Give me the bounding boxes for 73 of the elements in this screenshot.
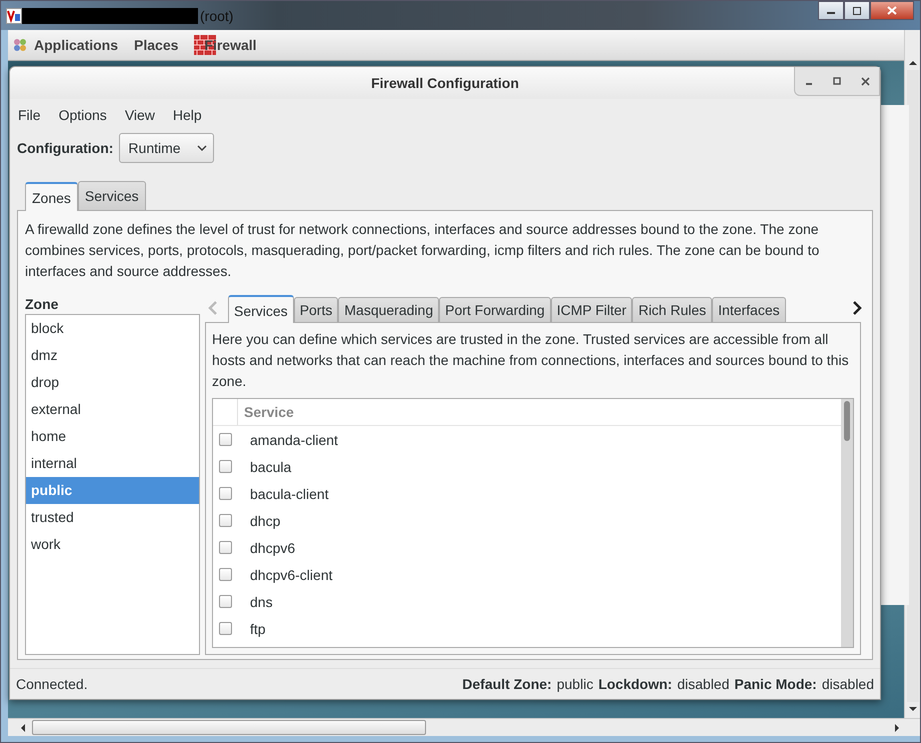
- window-title: (root): [200, 8, 234, 24]
- checkbox[interactable]: [219, 568, 232, 581]
- tab[interactable]: ICMP Filter: [550, 297, 632, 322]
- close-icon: [887, 6, 897, 15]
- firewall-launcher[interactable]: Firewall: [204, 37, 257, 53]
- table-cell: dhcp: [250, 512, 280, 528]
- checkbox[interactable]: [219, 595, 232, 608]
- checkbox[interactable]: [219, 622, 232, 635]
- zone-item[interactable]: dmz: [26, 342, 199, 369]
- zone-heading: Zone: [25, 295, 60, 314]
- zone-item[interactable]: block: [26, 315, 199, 342]
- minimize-button[interactable]: [818, 1, 844, 20]
- column-header[interactable]: Service: [238, 404, 294, 420]
- checkbox[interactable]: [219, 460, 232, 473]
- menu-item[interactable]: Options: [58, 107, 107, 123]
- status-message: Connected.: [16, 676, 88, 692]
- maximize-button[interactable]: [844, 1, 870, 20]
- zone-description: A firewalld zone defines the level of trust for network connections, interfaces and source addresses bound to the zone. The zone combines services, ports, protocols, masquerading, port/packet forwarding, icmp filters and rich rules. The zone can be bound to interfaces and source addresses.: [25, 220, 820, 281]
- tab[interactable]: Zones: [25, 182, 78, 211]
- zone-item[interactable]: internal: [26, 450, 199, 477]
- tab[interactable]: Services: [228, 295, 294, 323]
- places-menu[interactable]: Places: [134, 37, 178, 53]
- table-cell: bacula: [250, 458, 292, 474]
- zone-item[interactable]: drop: [26, 369, 199, 396]
- window-title: Firewall Configuration: [371, 75, 519, 91]
- close-button[interactable]: [870, 1, 914, 20]
- configuration-dropdown[interactable]: Runtime: [119, 133, 214, 163]
- scrollbar-thumb[interactable]: [32, 720, 426, 735]
- status-value: disabled: [677, 676, 730, 692]
- scroll-right-icon[interactable]: [894, 724, 900, 732]
- table-cell: dhcpv6-client: [250, 566, 332, 582]
- table-cell: dns: [250, 594, 273, 610]
- scroll-up-icon[interactable]: [908, 60, 916, 66]
- menu-item[interactable]: File: [18, 107, 41, 123]
- tab[interactable]: Masquerading: [338, 297, 440, 322]
- applications-icon: [12, 37, 28, 53]
- checkbox[interactable]: [219, 433, 232, 446]
- zone-item[interactable]: home: [26, 423, 199, 450]
- tab[interactable]: Services: [78, 181, 146, 210]
- table-cell: dhcpv6: [250, 540, 296, 556]
- table-cell: amanda-client: [250, 432, 338, 448]
- tab[interactable]: Port Forwarding: [439, 297, 551, 322]
- status-value: public: [556, 676, 594, 692]
- menu-item[interactable]: Help: [172, 107, 202, 123]
- applications-menu[interactable]: Applications: [34, 37, 118, 53]
- scroll-down-icon[interactable]: [908, 706, 916, 712]
- status-value: disabled: [822, 676, 874, 692]
- checkbox[interactable]: [219, 487, 232, 500]
- zone-item[interactable]: trusted: [26, 504, 199, 531]
- checkbox[interactable]: [219, 541, 232, 554]
- configuration-label: Configuration:: [17, 140, 114, 156]
- tab[interactable]: Interfaces: [712, 297, 786, 322]
- table-cell: bacula-client: [250, 486, 329, 502]
- scroll-left-icon[interactable]: [20, 724, 26, 732]
- chevron-down-icon: [196, 145, 207, 151]
- zone-item[interactable]: external: [26, 396, 199, 423]
- tab[interactable]: Ports: [294, 297, 338, 322]
- checkbox[interactable]: [219, 514, 232, 527]
- app-icon: [6, 8, 22, 24]
- chevron-left-icon[interactable]: [208, 300, 218, 316]
- scrollbar[interactable]: [841, 399, 853, 647]
- chevron-right-icon[interactable]: [852, 300, 862, 316]
- tab[interactable]: Rich Rules: [632, 297, 712, 322]
- maximize-icon: [833, 77, 841, 85]
- status-label: Default Zone:: [462, 676, 552, 692]
- zone-item[interactable]: work: [26, 531, 199, 558]
- status-label: Panic Mode:: [734, 676, 817, 692]
- services-description: Here you can define which services are trusted in the zone. Trusted services are accessible from all hosts and networks that can reach the machine from connections, interfaces and sources bound to this zone.: [212, 330, 850, 391]
- status-label: Lockdown:: [598, 676, 672, 692]
- menu-item[interactable]: View: [124, 107, 155, 123]
- table-cell: ftp: [250, 620, 266, 636]
- maximize-icon: [852, 6, 862, 14]
- close-icon: [860, 76, 870, 86]
